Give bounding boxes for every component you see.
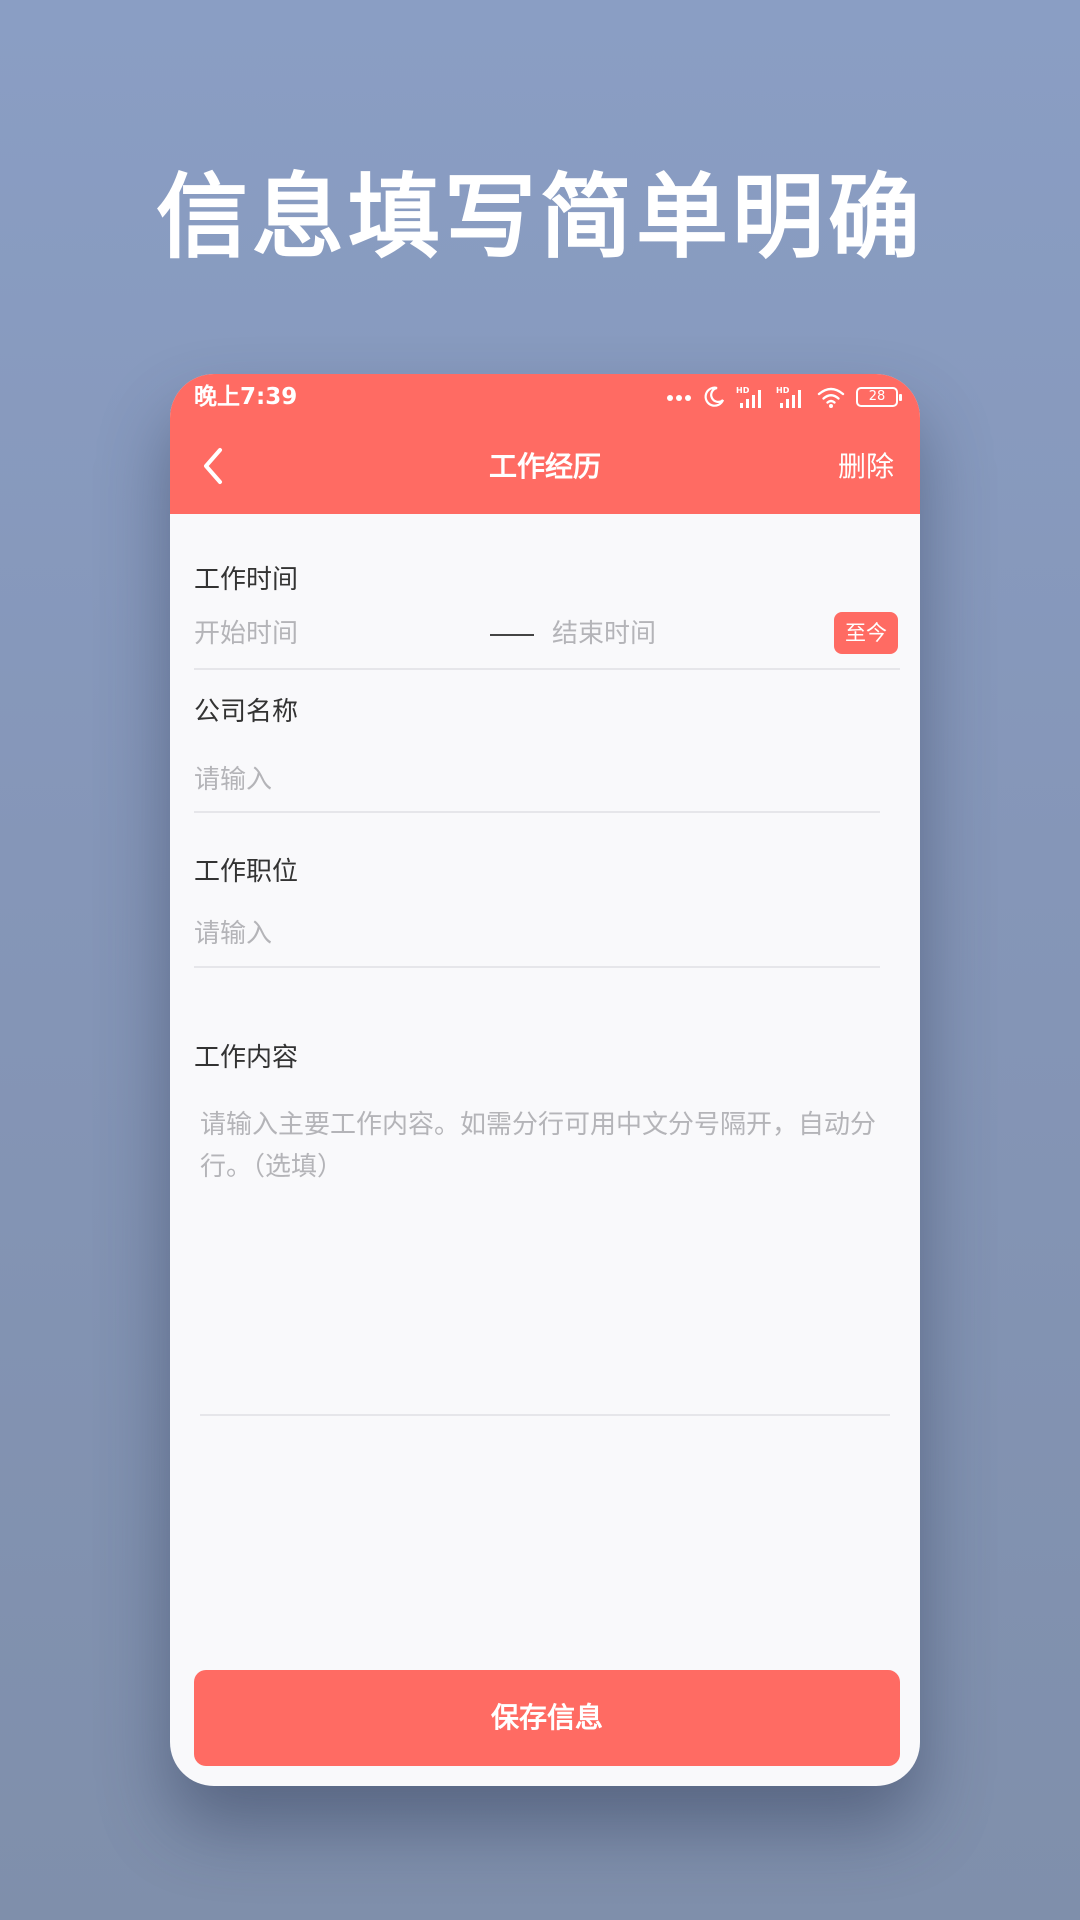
start-time-picker[interactable]: 开始时间 xyxy=(194,614,298,654)
position-label: 工作职位 xyxy=(194,857,299,887)
promo-headline: 信息填写简单明确 xyxy=(155,164,924,271)
time-range-dash xyxy=(490,634,534,636)
back-button[interactable] xyxy=(188,438,238,494)
content-textarea[interactable] xyxy=(200,1104,890,1404)
moon-icon xyxy=(702,385,726,409)
more-dots-icon xyxy=(666,392,692,402)
position-input[interactable] xyxy=(194,912,794,956)
app-header: 晚上7:39 HD HD 28 工作经历 删除 xyxy=(170,374,920,514)
status-time: 晚上7:39 xyxy=(194,384,298,410)
divider xyxy=(200,1414,890,1416)
divider xyxy=(194,668,900,670)
status-icons: HD HD 28 xyxy=(666,382,902,412)
work-time-label: 工作时间 xyxy=(194,565,299,595)
company-input[interactable] xyxy=(194,758,794,802)
hd-signal-icon: HD xyxy=(736,385,766,409)
divider xyxy=(194,811,880,813)
until-now-button[interactable]: 至今 xyxy=(834,612,898,654)
nav-bar: 工作经历 删除 xyxy=(170,420,920,514)
svg-text:HD: HD xyxy=(776,386,790,395)
save-button[interactable]: 保存信息 xyxy=(194,1670,900,1766)
hd-signal-icon: HD xyxy=(776,385,806,409)
phone-screen: 晚上7:39 HD HD 28 工作经历 删除 工作时间 开始时间 结束时间 至… xyxy=(170,374,920,1786)
company-label: 公司名称 xyxy=(194,697,299,727)
chevron-left-icon xyxy=(204,448,222,484)
battery-icon: 28 xyxy=(856,387,902,407)
status-bar: 晚上7:39 HD HD 28 xyxy=(170,374,920,420)
end-time-picker[interactable]: 结束时间 xyxy=(552,614,656,654)
delete-button[interactable]: 删除 xyxy=(838,420,894,514)
page-title: 工作经历 xyxy=(488,450,601,483)
content-label: 工作内容 xyxy=(194,1043,299,1073)
wifi-icon xyxy=(816,385,846,409)
divider xyxy=(194,966,880,968)
svg-text:HD: HD xyxy=(736,386,750,395)
